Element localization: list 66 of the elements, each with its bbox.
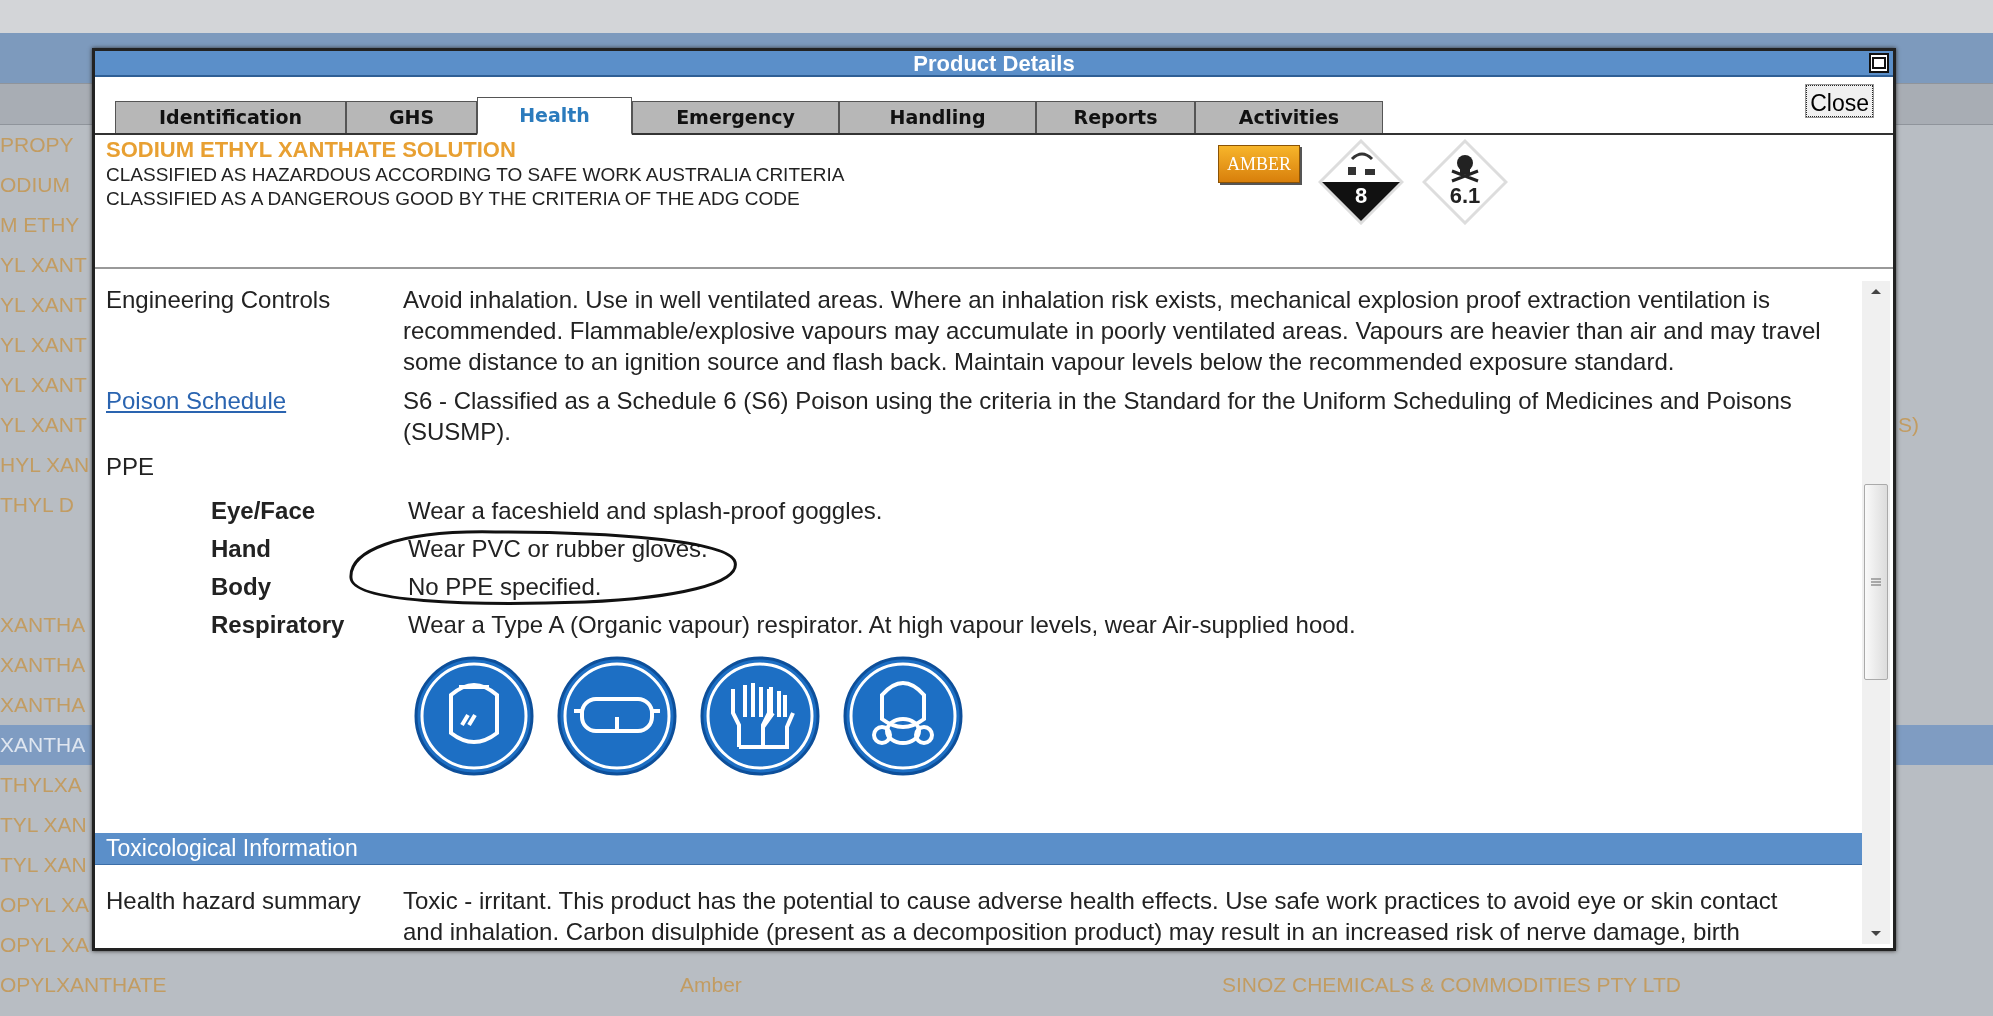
list-cell: YL XANT <box>0 373 87 397</box>
ppe-value: No PPE specified. <box>408 571 602 602</box>
product-name: SODIUM ETHYL XANTHATE SOLUTION <box>106 137 517 163</box>
list-cell: YL XANT <box>0 333 87 357</box>
tab[interactable]: Activities <box>1195 101 1383 133</box>
ppe-label: Respiratory <box>211 610 345 638</box>
corrosive-diamond-icon <box>1318 139 1404 225</box>
tab[interactable]: GHS <box>346 101 477 133</box>
list-cell: XANTHA <box>0 653 86 677</box>
ppe-label: Body <box>211 572 271 600</box>
class-number: 8 <box>1353 183 1369 209</box>
face-shield-icon <box>413 655 535 777</box>
ppe-label: Eye/Face <box>211 496 316 524</box>
list-cell: XANTHA <box>0 733 86 757</box>
class-number: 6.1 <box>1448 183 1482 209</box>
list-cell: YL XANT <box>0 413 87 437</box>
section-header: Toxicological Information <box>95 833 1862 865</box>
tab[interactable]: Health <box>477 97 632 135</box>
list-cell: TYL XAN <box>0 853 87 877</box>
list-cell: OPYL XA <box>0 893 90 917</box>
ppe-value: Wear a Type A (Organic vapour) respirator. At high vapour levels, wear Air-supplied hood. <box>408 609 1356 640</box>
tab[interactable]: Handling <box>839 101 1036 133</box>
list-cell: XANTHA <box>0 613 86 637</box>
tab[interactable]: Identification <box>115 101 346 133</box>
classification-text: CLASSIFIED AS HAZARDOUS ACCORDING TO SAFE WORK AUSTRALIA CRITERIA <box>106 163 846 187</box>
poison-schedule-link[interactable]: Poison Schedule <box>106 387 287 414</box>
list-cell: HYL XAN <box>0 453 90 477</box>
scroll-down-icon[interactable] <box>1871 931 1881 936</box>
ppe-label: Hand <box>211 534 271 562</box>
gloves-icon <box>699 655 821 777</box>
list-cell: YL XANT <box>0 293 87 317</box>
list-cell: YL XANT <box>0 253 87 277</box>
ppe-value: Wear PVC or rubber gloves. <box>408 533 708 564</box>
list-cell: ODIUM <box>0 173 70 197</box>
field-value: Toxic - irritant. This product has the potential to cause adverse health effects. Use safe work practices to avoid eye or skin contact and inhalation. Carbon disulphide (present as a decomposition product) may result in an increased risk of nerve damage, birth <box>403 886 1779 947</box>
field-label: Engineering Controls <box>106 286 331 313</box>
tab[interactable]: Emergency <box>632 101 839 133</box>
list-cell: THYL D <box>0 493 74 517</box>
list-cell: PROPY <box>0 133 74 157</box>
list-cell: S) <box>1898 413 1919 437</box>
list-cell: TYL XAN <box>0 813 87 837</box>
field-label: Health hazard summary <box>106 887 361 914</box>
tab[interactable]: Reports <box>1036 101 1195 133</box>
scroll-up-icon[interactable] <box>1871 289 1881 294</box>
list-cell: OPYLXANTHATE <box>0 973 167 997</box>
rating-badge: AMBER <box>1218 145 1300 183</box>
ppe-value: Wear a faceshield and splash-proof goggles. <box>408 495 883 526</box>
classification-text: CLASSIFIED AS A DANGEROUS GOOD BY THE CRITERIA OF THE ADG CODE <box>106 187 801 211</box>
scrollbar[interactable] <box>1862 281 1890 944</box>
section-label: PPE <box>106 453 155 480</box>
list-cell: SINOZ CHEMICALS & COMMODITIES PTY LTD <box>1222 973 1681 997</box>
respirator-icon <box>842 655 964 777</box>
list-cell: THYLXA <box>0 773 82 797</box>
goggles-icon <box>556 655 678 777</box>
toxic-diamond-icon <box>1422 139 1508 225</box>
close-button[interactable]: Close <box>1806 85 1873 117</box>
list-cell: XANTHA <box>0 693 86 717</box>
list-cell: Amber <box>680 973 742 997</box>
window-title: Product Details <box>913 49 1075 78</box>
field-value: S6 - Classified as a Schedule 6 (S6) Poison using the criteria in the Standard for the Uniform Scheduling of Medicines and Poisons (SUSMP). <box>403 386 1793 447</box>
maximize-icon[interactable] <box>1869 53 1889 73</box>
field-value: Avoid inhalation. Use in well ventilated areas. Where an inhalation risk exists, mechanical explosion proof extraction ventilation is recommended. Flammable/explosive vapours may accumulate in poorly ventilated areas. Vapours are heavier than air and may travel some distance to an ignition source and flash back. Maintain vapour levels below the recommended exposure standard. <box>403 285 1822 377</box>
list-cell: M ETHY <box>0 213 80 237</box>
grip-icon <box>1871 578 1881 586</box>
scroll-thumb[interactable] <box>1864 484 1888 680</box>
list-cell: OPYL XA <box>0 933 90 957</box>
